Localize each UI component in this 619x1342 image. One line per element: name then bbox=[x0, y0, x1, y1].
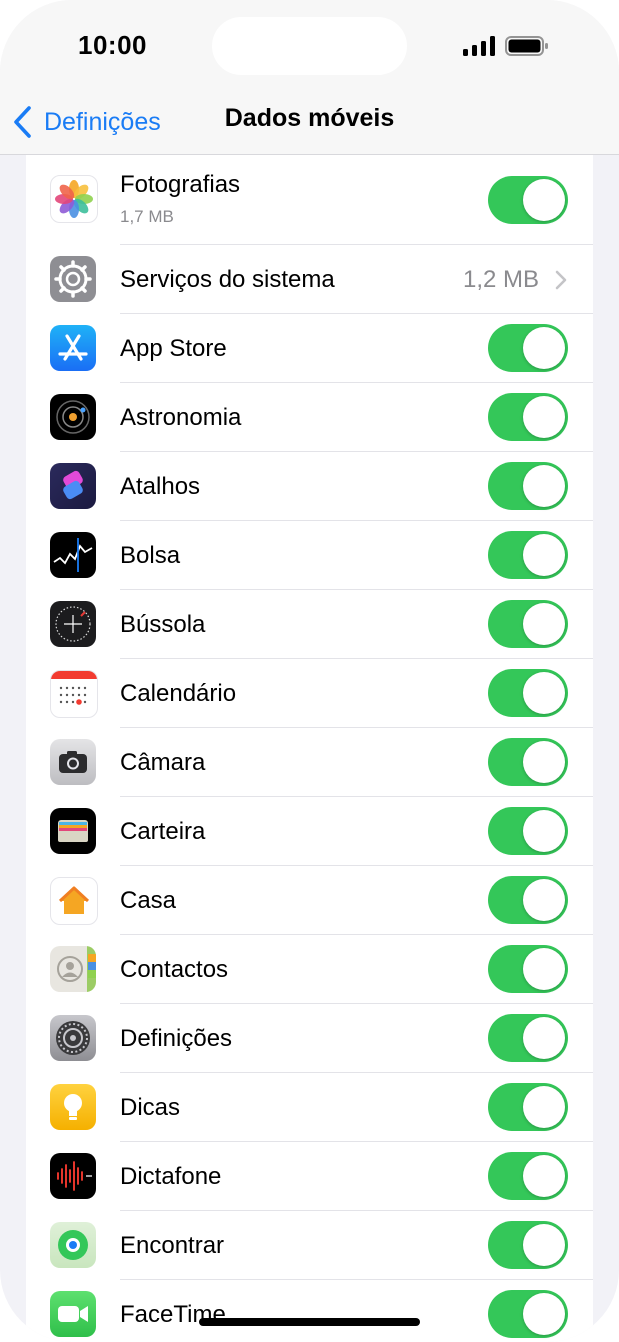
row-atalhos: Atalhos bbox=[26, 452, 593, 521]
toggle-dicas[interactable] bbox=[488, 1083, 568, 1131]
row-label: Carteira bbox=[120, 818, 206, 845]
row-carteira: Carteira bbox=[26, 797, 593, 866]
toggle-dictafone[interactable] bbox=[488, 1152, 568, 1200]
compass-icon bbox=[50, 601, 96, 647]
toggle-fotografias[interactable] bbox=[488, 176, 568, 224]
gear-icon bbox=[50, 256, 96, 302]
toggle-definicoes[interactable] bbox=[488, 1014, 568, 1062]
cellular-signal-icon bbox=[463, 36, 495, 56]
phone-screen: 10:00 Definições Dados móveis Fotografia… bbox=[0, 0, 619, 1342]
row-camara: Câmara bbox=[26, 728, 593, 797]
contacts-icon bbox=[50, 946, 96, 992]
photos-icon bbox=[50, 175, 98, 223]
row-label: Bolsa bbox=[120, 542, 181, 569]
apps-list: Fotografias 1,7 MB Serviços do sistema 1… bbox=[26, 155, 593, 1342]
row-bussola: Bússola bbox=[26, 590, 593, 659]
row-label: Câmara bbox=[120, 749, 206, 776]
row-label: Dicas bbox=[120, 1094, 181, 1121]
toggle-calendario[interactable] bbox=[488, 669, 568, 717]
tips-icon bbox=[50, 1084, 96, 1130]
row-definicoes: Definições bbox=[26, 1004, 593, 1073]
navigation-bar: Definições Dados móveis bbox=[0, 90, 619, 155]
row-label: Dictafone bbox=[120, 1163, 222, 1190]
wallet-icon bbox=[50, 808, 96, 854]
battery-icon bbox=[505, 36, 548, 56]
toggle-facetime[interactable] bbox=[488, 1290, 568, 1338]
facetime-icon bbox=[50, 1291, 96, 1337]
row-fotografias: Fotografias 1,7 MB bbox=[26, 155, 593, 245]
status-bar: 10:00 bbox=[0, 0, 619, 90]
toggle-camara[interactable] bbox=[488, 738, 568, 786]
toggle-app-store[interactable] bbox=[488, 324, 568, 372]
row-facetime: FaceTime bbox=[26, 1280, 593, 1342]
row-dicas: Dicas bbox=[26, 1073, 593, 1142]
home-icon bbox=[50, 877, 98, 925]
toggle-atalhos[interactable] bbox=[488, 462, 568, 510]
toggle-carteira[interactable] bbox=[488, 807, 568, 855]
row-calendario: Calendário bbox=[26, 659, 593, 728]
row-servicos-do-sistema[interactable]: Serviços do sistema 1,2 MB bbox=[26, 245, 593, 314]
app-store-icon bbox=[50, 325, 96, 371]
row-bolsa: Bolsa bbox=[26, 521, 593, 590]
row-label: Atalhos bbox=[120, 473, 201, 500]
row-label: Casa bbox=[120, 887, 177, 914]
row-label: Astronomia bbox=[120, 404, 242, 431]
toggle-bolsa[interactable] bbox=[488, 531, 568, 579]
row-label: App Store bbox=[120, 335, 227, 362]
home-indicator bbox=[199, 1318, 420, 1326]
calendar-icon bbox=[50, 670, 98, 718]
toggle-encontrar[interactable] bbox=[488, 1221, 568, 1269]
row-app-store: App Store bbox=[26, 314, 593, 383]
chevron-right-icon bbox=[555, 270, 567, 290]
voice-memos-icon bbox=[50, 1153, 96, 1199]
row-label: Fotografias bbox=[120, 171, 241, 198]
data-usage-value: 1,2 MB bbox=[462, 266, 539, 293]
row-casa: Casa bbox=[26, 866, 593, 935]
row-label: Definições bbox=[120, 1025, 233, 1052]
row-dictafone: Dictafone bbox=[26, 1142, 593, 1211]
row-sublabel: 1,7 MB bbox=[120, 207, 174, 226]
settings-icon bbox=[50, 1015, 96, 1061]
stocks-icon bbox=[50, 532, 96, 578]
row-label: Serviços do sistema bbox=[120, 266, 335, 293]
camera-icon bbox=[50, 739, 96, 785]
row-contactos: Contactos bbox=[26, 935, 593, 1004]
row-astronomia: Astronomia bbox=[26, 383, 593, 452]
page-title: Dados móveis bbox=[224, 104, 395, 132]
toggle-astronomia[interactable] bbox=[488, 393, 568, 441]
shortcuts-icon bbox=[50, 463, 96, 509]
toggle-casa[interactable] bbox=[488, 876, 568, 924]
dynamic-island bbox=[212, 17, 407, 75]
find-my-icon bbox=[50, 1222, 96, 1268]
astronomy-icon bbox=[50, 394, 96, 440]
row-label: Calendário bbox=[120, 680, 237, 707]
toggle-bussola[interactable] bbox=[488, 600, 568, 648]
row-encontrar: Encontrar bbox=[26, 1211, 593, 1280]
row-label: Contactos bbox=[120, 956, 229, 983]
toggle-contactos[interactable] bbox=[488, 945, 568, 993]
row-label: Bússola bbox=[120, 611, 206, 638]
status-time: 10:00 bbox=[78, 30, 147, 60]
row-label: Encontrar bbox=[120, 1232, 225, 1259]
